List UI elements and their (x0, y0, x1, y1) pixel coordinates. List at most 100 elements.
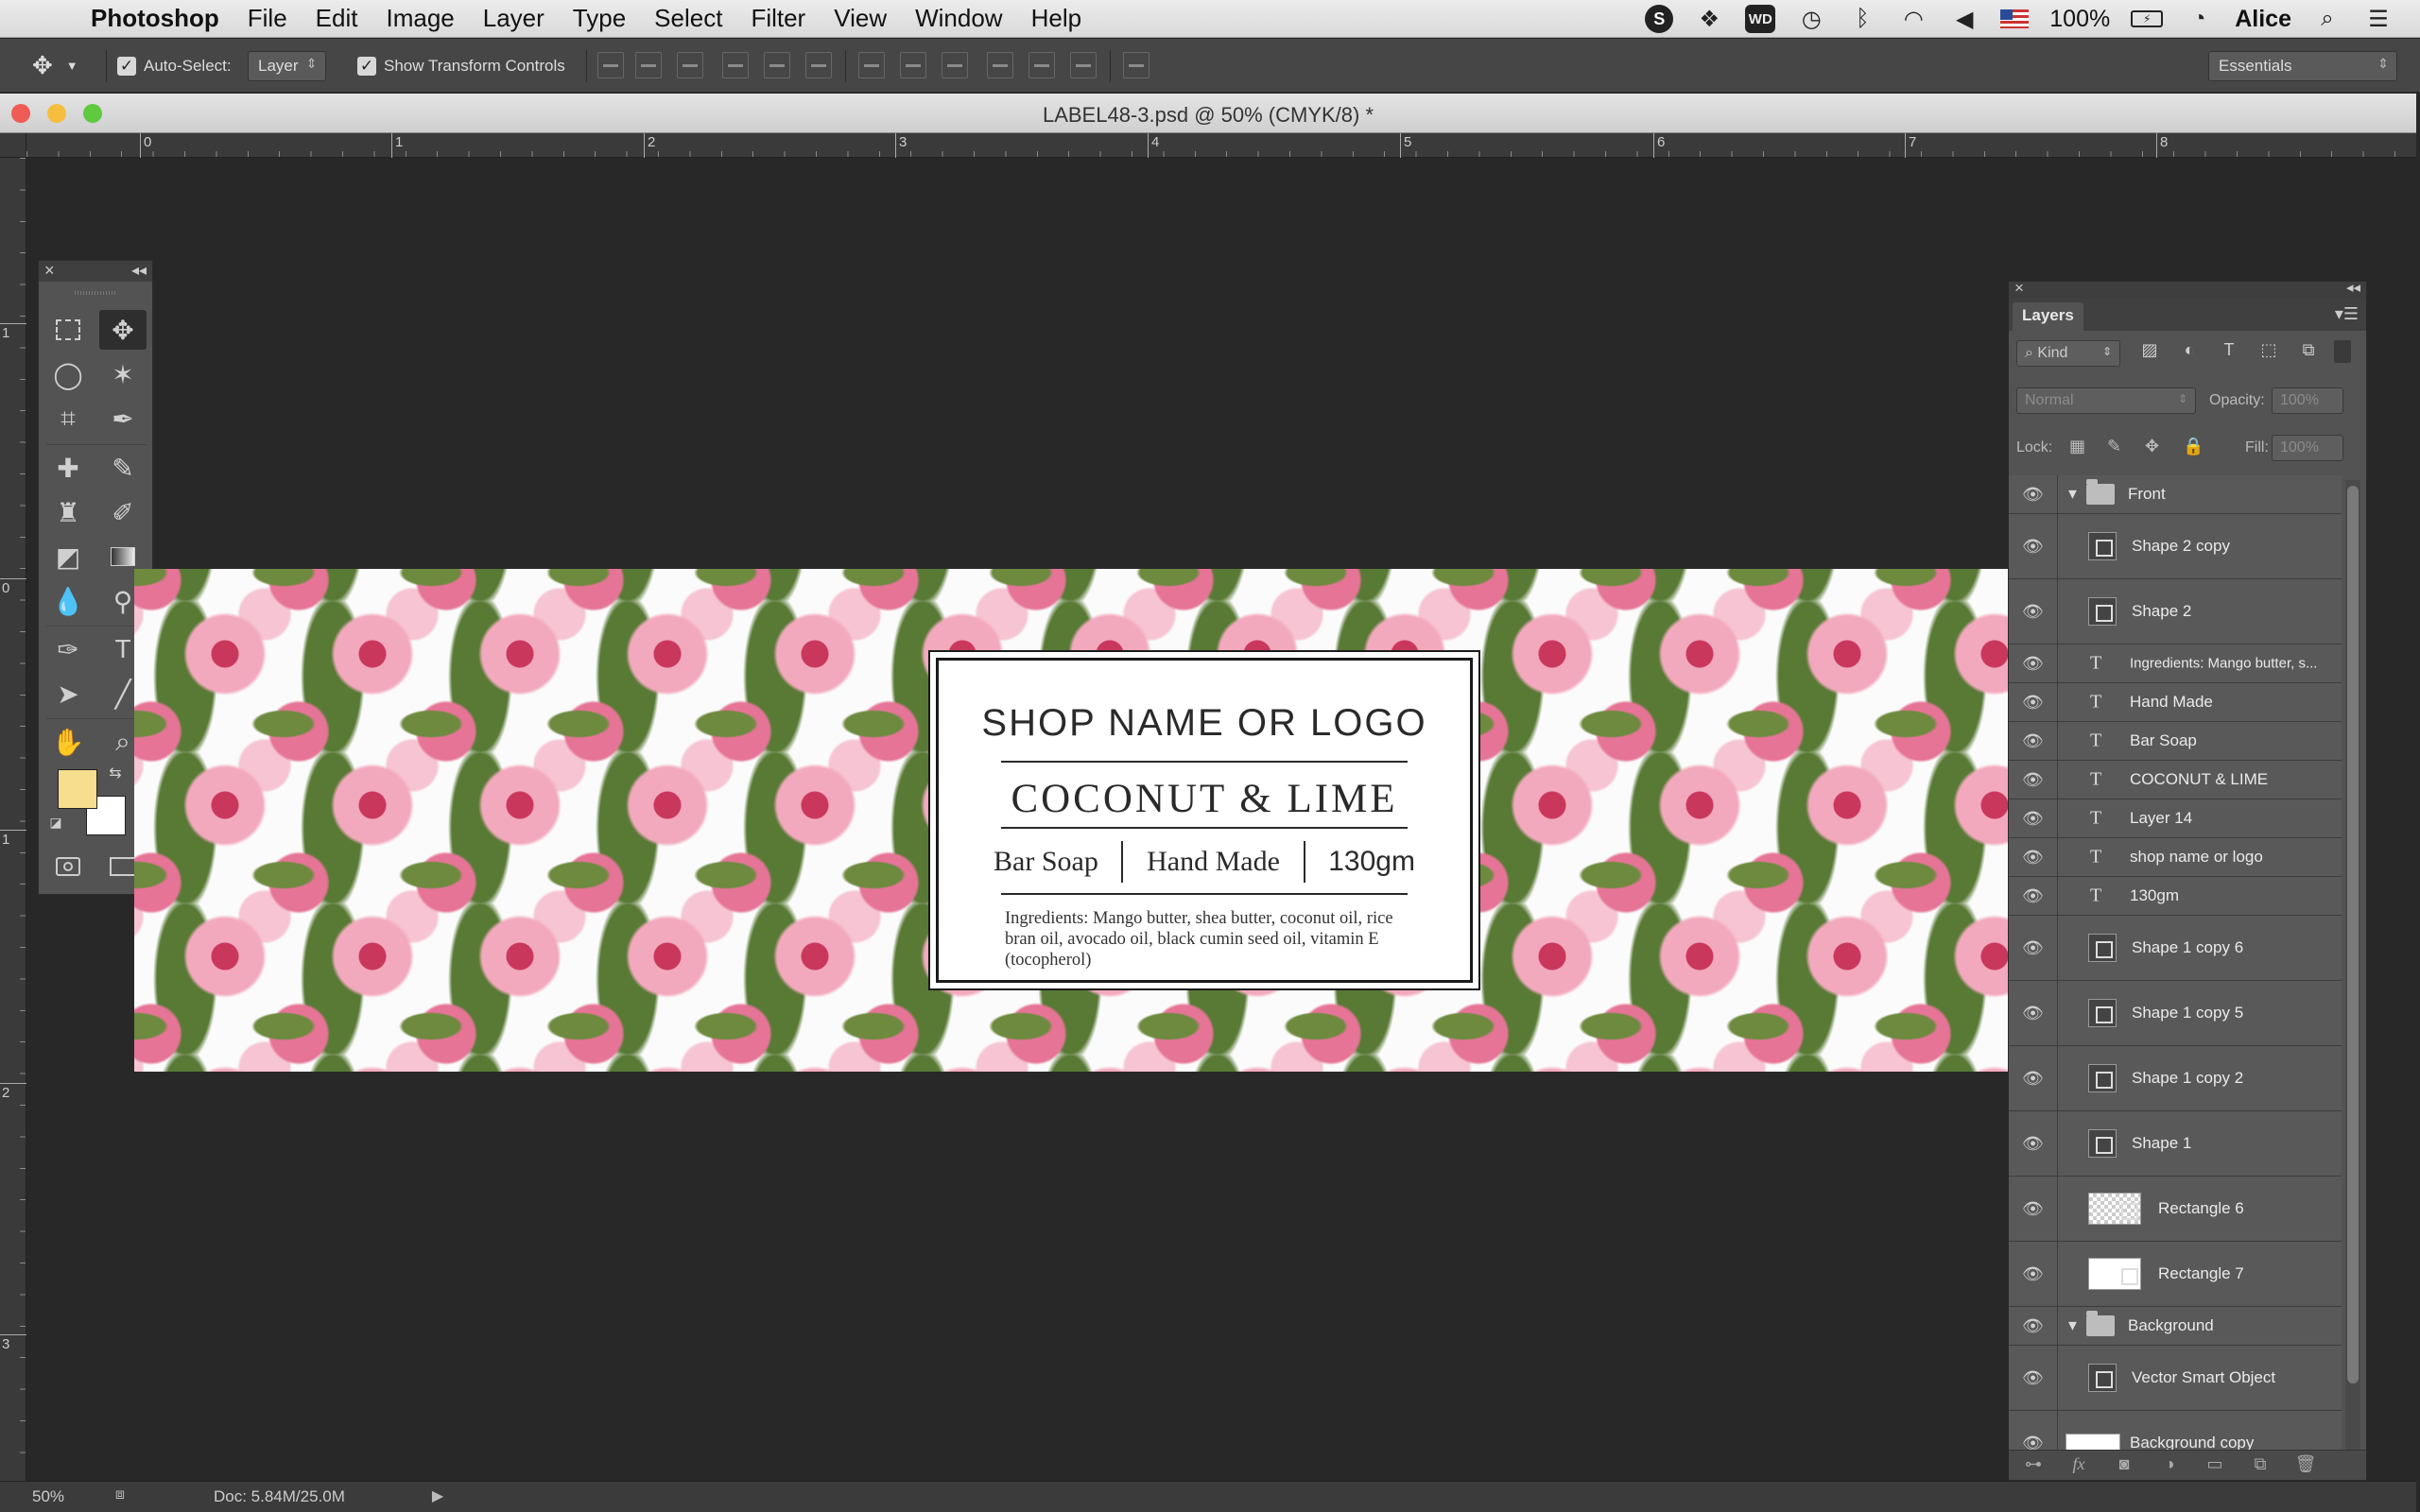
move-tool-preset-icon[interactable]: ✥ ▼ (32, 39, 78, 93)
visibility-eye-icon[interactable]: 👁 (2009, 579, 2058, 644)
wifi-icon[interactable]: ◠ (1898, 5, 1928, 33)
filter-smart-object-icon[interactable]: ⧉ (2296, 340, 2321, 363)
brush-tool-icon[interactable]: ✎ (99, 448, 147, 488)
layer-row[interactable]: 👁 T 130gm (2009, 877, 2342, 916)
blend-mode-dropdown[interactable]: Normal ⇕ (2016, 387, 2196, 414)
auto-select-checkbox[interactable]: ✓ (117, 56, 136, 76)
transform-controls-checkbox[interactable]: ✓ (357, 56, 376, 76)
layer-group-row[interactable]: 👁 ▼ Background (2009, 1307, 2342, 1346)
visibility-eye-icon[interactable]: 👁 (2009, 981, 2058, 1045)
distribute-top-icon[interactable] (858, 52, 885, 78)
filter-pixel-icon[interactable]: ▨ (2137, 340, 2162, 363)
rectangular-marquee-tool-icon[interactable] (44, 310, 92, 350)
lock-all-icon[interactable]: 🔒 (2183, 437, 2204, 456)
wd-drive-icon[interactable]: WD (1745, 5, 1776, 33)
crop-tool-icon[interactable]: ⌗ (44, 399, 92, 438)
expand-group-chevron-icon[interactable]: ▼ (2066, 487, 2080, 503)
magic-wand-tool-icon[interactable]: ✶ (99, 354, 147, 394)
filter-adjustment-icon[interactable]: ◐ (2177, 340, 2202, 363)
visibility-eye-icon[interactable]: 👁 (2009, 1242, 2058, 1306)
pen-tool-icon[interactable]: ✑ (44, 629, 92, 669)
layer-row[interactable]: 👁 Rectangle 6 (2009, 1177, 2342, 1242)
layers-panel-header[interactable]: × ◂◂ (2009, 279, 2366, 299)
layer-list-scrollbar[interactable] (2345, 480, 2360, 1453)
menu-window[interactable]: Window (915, 4, 1002, 33)
healing-brush-tool-icon[interactable]: ✚ (44, 448, 92, 488)
visibility-eye-icon[interactable]: 👁 (2009, 1111, 2058, 1176)
eyedropper-tool-icon[interactable]: ✒ (99, 399, 147, 438)
move-tool-icon[interactable]: ✥ (99, 310, 147, 350)
dropbox-icon[interactable]: ❖ (1694, 5, 1724, 33)
visibility-eye-icon[interactable]: 👁 (2009, 761, 2058, 799)
default-colors-icon[interactable]: ◪ (43, 811, 69, 833)
visibility-eye-icon[interactable]: 👁 (2009, 1046, 2058, 1110)
visibility-eye-icon[interactable]: 👁 (2009, 1346, 2058, 1410)
filter-type-icon[interactable]: T (2217, 340, 2241, 363)
zoom-level-field[interactable]: 50% (32, 1487, 64, 1506)
transform-controls-toggle[interactable]: ✓ Show Transform Controls (357, 39, 565, 93)
visibility-eye-icon[interactable]: 👁 (2009, 722, 2058, 760)
status-menu-arrow-icon[interactable]: ▶ (427, 1486, 448, 1507)
layer-filter-kind-dropdown[interactable]: ⌕ Kind ⇕ (2016, 340, 2120, 367)
layer-row[interactable]: 👁 Shape 1 copy 6 (2009, 916, 2342, 981)
visibility-eye-icon[interactable]: 👁 (2009, 1177, 2058, 1241)
visibility-eye-icon[interactable]: 👁 (2009, 799, 2058, 837)
foreground-color-swatch[interactable] (58, 769, 97, 809)
history-brush-tool-icon[interactable]: ✐ (99, 492, 147, 532)
layer-row[interactable]: 👁 Shape 1 copy 2 (2009, 1046, 2342, 1111)
delete-layer-icon[interactable]: 🗑 (2292, 1454, 2319, 1477)
layer-row[interactable]: 👁 Rectangle 7 (2009, 1242, 2342, 1307)
layer-row[interactable]: 👁 T COCONUT & LIME (2009, 761, 2342, 799)
skype-icon[interactable]: S (1645, 5, 1674, 33)
menu-image[interactable]: Image (386, 4, 454, 33)
visibility-eye-icon[interactable]: 👁 (2009, 916, 2058, 980)
collapse-icon[interactable]: ◂◂ (2346, 279, 2360, 296)
panel-grip[interactable] (75, 285, 116, 301)
layer-row[interactable]: 👁 Vector Smart Object (2009, 1346, 2342, 1411)
layer-effects-icon[interactable]: fx (2066, 1454, 2092, 1477)
volume-icon[interactable]: ◀ (1949, 5, 1979, 33)
align-right-icon[interactable] (805, 52, 832, 78)
layer-row[interactable]: 👁 Tshop name or logo (2009, 838, 2342, 877)
distribute-horizontal-center-icon[interactable] (1028, 52, 1055, 78)
time-machine-icon[interactable]: ◷ (1796, 5, 1826, 33)
tab-layers[interactable]: Layers (2013, 302, 2083, 331)
workspace-switcher-dropdown[interactable]: Essentials (2208, 50, 2397, 81)
menu-help[interactable]: Help (1031, 4, 1081, 33)
add-mask-icon[interactable]: ◙ (2111, 1454, 2137, 1477)
layer-row[interactable]: 👁 T Hand Made (2009, 683, 2342, 722)
link-layers-icon[interactable]: ⊶ (2020, 1454, 2047, 1477)
auto-select-toggle[interactable]: ✓ Auto-Select: (117, 39, 232, 93)
vertical-ruler[interactable] (0, 158, 26, 1481)
hand-tool-icon[interactable]: ✋ (44, 722, 92, 762)
blur-tool-icon[interactable]: 💧 (44, 581, 92, 621)
align-bottom-icon[interactable] (677, 52, 703, 78)
menu-layer[interactable]: Layer (483, 4, 544, 33)
bluetooth-icon[interactable]: ᛒ (1847, 5, 1877, 33)
layer-group-row[interactable]: 👁 ▼ Front (2009, 475, 2342, 514)
distribute-bottom-icon[interactable] (942, 52, 968, 78)
lock-image-pixels-icon[interactable]: ✎ (2107, 437, 2121, 456)
layer-row[interactable]: 👁 Shape 2 (2009, 579, 2342, 644)
collapse-icon[interactable]: ◂◂ (131, 261, 147, 280)
layer-row[interactable]: 👁 T Bar Soap (2009, 722, 2342, 761)
opacity-field[interactable]: 100% (2272, 387, 2343, 414)
distribute-left-icon[interactable] (987, 52, 1013, 78)
menu-file[interactable]: File (248, 4, 287, 33)
align-horizontal-center-icon[interactable] (764, 52, 790, 78)
lock-position-icon[interactable]: ✥ (2145, 437, 2159, 456)
layer-list-scroll-thumb[interactable] (2347, 486, 2359, 1383)
tools-panel-header[interactable]: × ◂◂ (39, 261, 152, 282)
eraser-tool-icon[interactable]: ◩ (44, 537, 92, 576)
canvas-label-artwork[interactable]: SHOP NAME OR LOGO COCONUT & LIME Bar Soa… (134, 569, 2008, 1072)
new-layer-icon[interactable]: ⧉ (2247, 1454, 2273, 1477)
menu-edit[interactable]: Edit (316, 4, 358, 33)
auto-select-dropdown[interactable]: Layer (248, 50, 326, 81)
fill-field[interactable]: 100% (2272, 435, 2343, 461)
menu-app-photoshop[interactable]: Photoshop (91, 4, 219, 33)
layer-row[interactable]: 👁 Shape 2 copy (2009, 514, 2342, 579)
expand-group-chevron-icon[interactable]: ▼ (2066, 1318, 2080, 1334)
path-selection-tool-icon[interactable]: ➤ (44, 674, 92, 713)
clock-icon[interactable]: ◔ (2184, 5, 2214, 33)
menu-type[interactable]: Type (573, 4, 626, 33)
